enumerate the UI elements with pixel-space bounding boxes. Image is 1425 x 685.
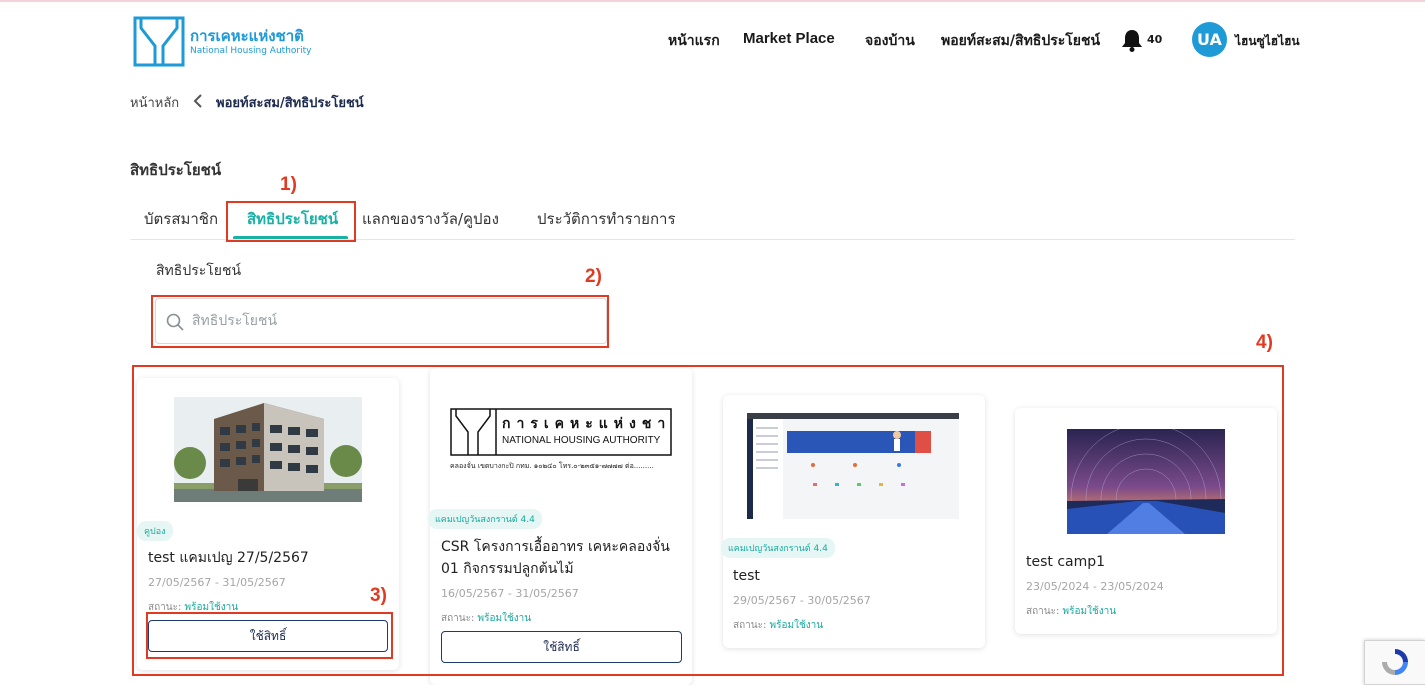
chevron-left-icon: [193, 94, 202, 108]
nav-home[interactable]: หน้าแรก: [668, 30, 720, 52]
tab-member-card[interactable]: บัตรสมาชิก: [144, 207, 218, 231]
top-accent-line: [0, 0, 1425, 2]
nha-logo[interactable]: การเคหะแห่งชาติ National Housing Authori…: [133, 16, 311, 67]
annotation-label-4: 4): [1256, 332, 1273, 353]
annotation-label-2: 2): [585, 266, 602, 287]
tab-history[interactable]: ประวัติการทำรายการ: [537, 207, 676, 231]
nav-market-place[interactable]: Market Place: [743, 30, 835, 47]
section-subtitle: สิทธิประโยชน์: [156, 263, 242, 279]
recaptcha-badge[interactable]: [1364, 640, 1425, 685]
tab-redeem-rewards[interactable]: แลกของรางวัล/คูปอง: [362, 207, 499, 231]
annotation-box-4: [132, 365, 1284, 676]
breadcrumb-home[interactable]: หน้าหลัก: [130, 92, 179, 113]
nav-points-benefits[interactable]: พอยท์สะสม/สิทธิประโยชน์: [941, 30, 1100, 52]
bell-icon[interactable]: [1121, 28, 1143, 52]
annotation-box-1: [226, 201, 356, 242]
avatar[interactable]: UA: [1192, 22, 1227, 57]
username[interactable]: ไฮนซูไฮไฮน: [1235, 32, 1300, 51]
notification-count: 40: [1147, 33, 1163, 46]
page-title: สิทธิประโยชน์: [130, 161, 222, 179]
nav-booking[interactable]: จองบ้าน: [865, 30, 915, 52]
recaptcha-icon: [1382, 649, 1408, 675]
logo-thai-text: การเคหะแห่งชาติ: [190, 26, 304, 45]
annotation-box-2: [151, 295, 609, 348]
logo-english-text: National Housing Authority: [190, 45, 312, 56]
breadcrumb-current: พอยท์สะสม/สิทธิประโยชน์: [216, 96, 364, 111]
nha-logo-icon: [133, 16, 185, 67]
annotation-label-1: 1): [280, 174, 297, 195]
